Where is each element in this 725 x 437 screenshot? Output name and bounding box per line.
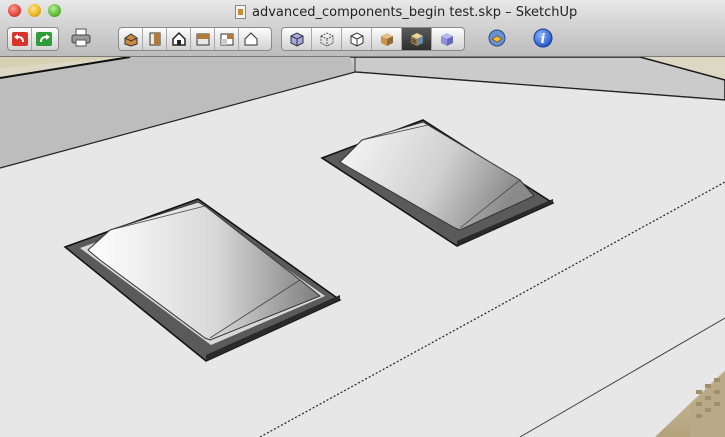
back-view-icon xyxy=(220,33,233,46)
zoom-window-button[interactable] xyxy=(48,4,61,17)
minimize-window-button[interactable] xyxy=(28,4,41,17)
monochrome-style-button[interactable] xyxy=(432,28,462,50)
window-title-text: advanced_components_begin test.skp – Ske… xyxy=(252,4,578,20)
shaded-icon xyxy=(380,33,393,46)
shaded-textures-icon xyxy=(410,33,423,46)
iso-view-icon xyxy=(124,33,137,47)
right-view-icon xyxy=(196,33,209,46)
window-title: advanced_components_begin test.skp – Ske… xyxy=(235,3,577,21)
close-window-button[interactable] xyxy=(8,4,21,17)
printer-icon xyxy=(71,28,91,47)
components-button[interactable] xyxy=(484,26,510,50)
wireframe-icon xyxy=(320,32,333,47)
shaded-textures-style-button[interactable] xyxy=(402,28,432,50)
redo-icon xyxy=(36,32,52,46)
undo-icon xyxy=(11,32,28,46)
xray-icon xyxy=(290,32,303,47)
svg-text:i: i xyxy=(541,32,546,47)
undo-redo-group xyxy=(7,27,59,51)
info-icon: i xyxy=(533,28,553,48)
model-info-button[interactable]: i xyxy=(530,26,556,50)
sketchup-window: advanced_components_begin test.skp – Ske… xyxy=(0,0,725,437)
monochrome-icon xyxy=(441,33,453,46)
left-view-button[interactable] xyxy=(239,28,263,50)
xray-style-button[interactable] xyxy=(282,28,312,50)
redo-button[interactable] xyxy=(32,28,56,50)
print-button[interactable] xyxy=(68,26,94,50)
hidden-line-style-button[interactable] xyxy=(342,28,372,50)
right-view-button[interactable] xyxy=(191,28,215,50)
components-icon xyxy=(488,29,506,47)
views-toolbar xyxy=(118,27,272,51)
hidden-line-icon xyxy=(350,32,363,47)
top-view-button[interactable] xyxy=(143,28,167,50)
left-view-icon xyxy=(244,32,258,46)
model-viewport[interactable] xyxy=(0,57,725,437)
front-view-icon xyxy=(171,31,186,46)
top-view-icon xyxy=(149,32,160,46)
back-view-button[interactable] xyxy=(215,28,239,50)
shaded-style-button[interactable] xyxy=(372,28,402,50)
title-bar: advanced_components_begin test.skp – Ske… xyxy=(0,0,725,57)
iso-view-button[interactable] xyxy=(119,28,143,50)
front-view-button[interactable] xyxy=(167,28,191,50)
undo-button[interactable] xyxy=(8,28,32,50)
styles-toolbar xyxy=(281,27,465,51)
wireframe-style-button[interactable] xyxy=(312,28,342,50)
document-proxy-icon[interactable] xyxy=(235,5,246,19)
